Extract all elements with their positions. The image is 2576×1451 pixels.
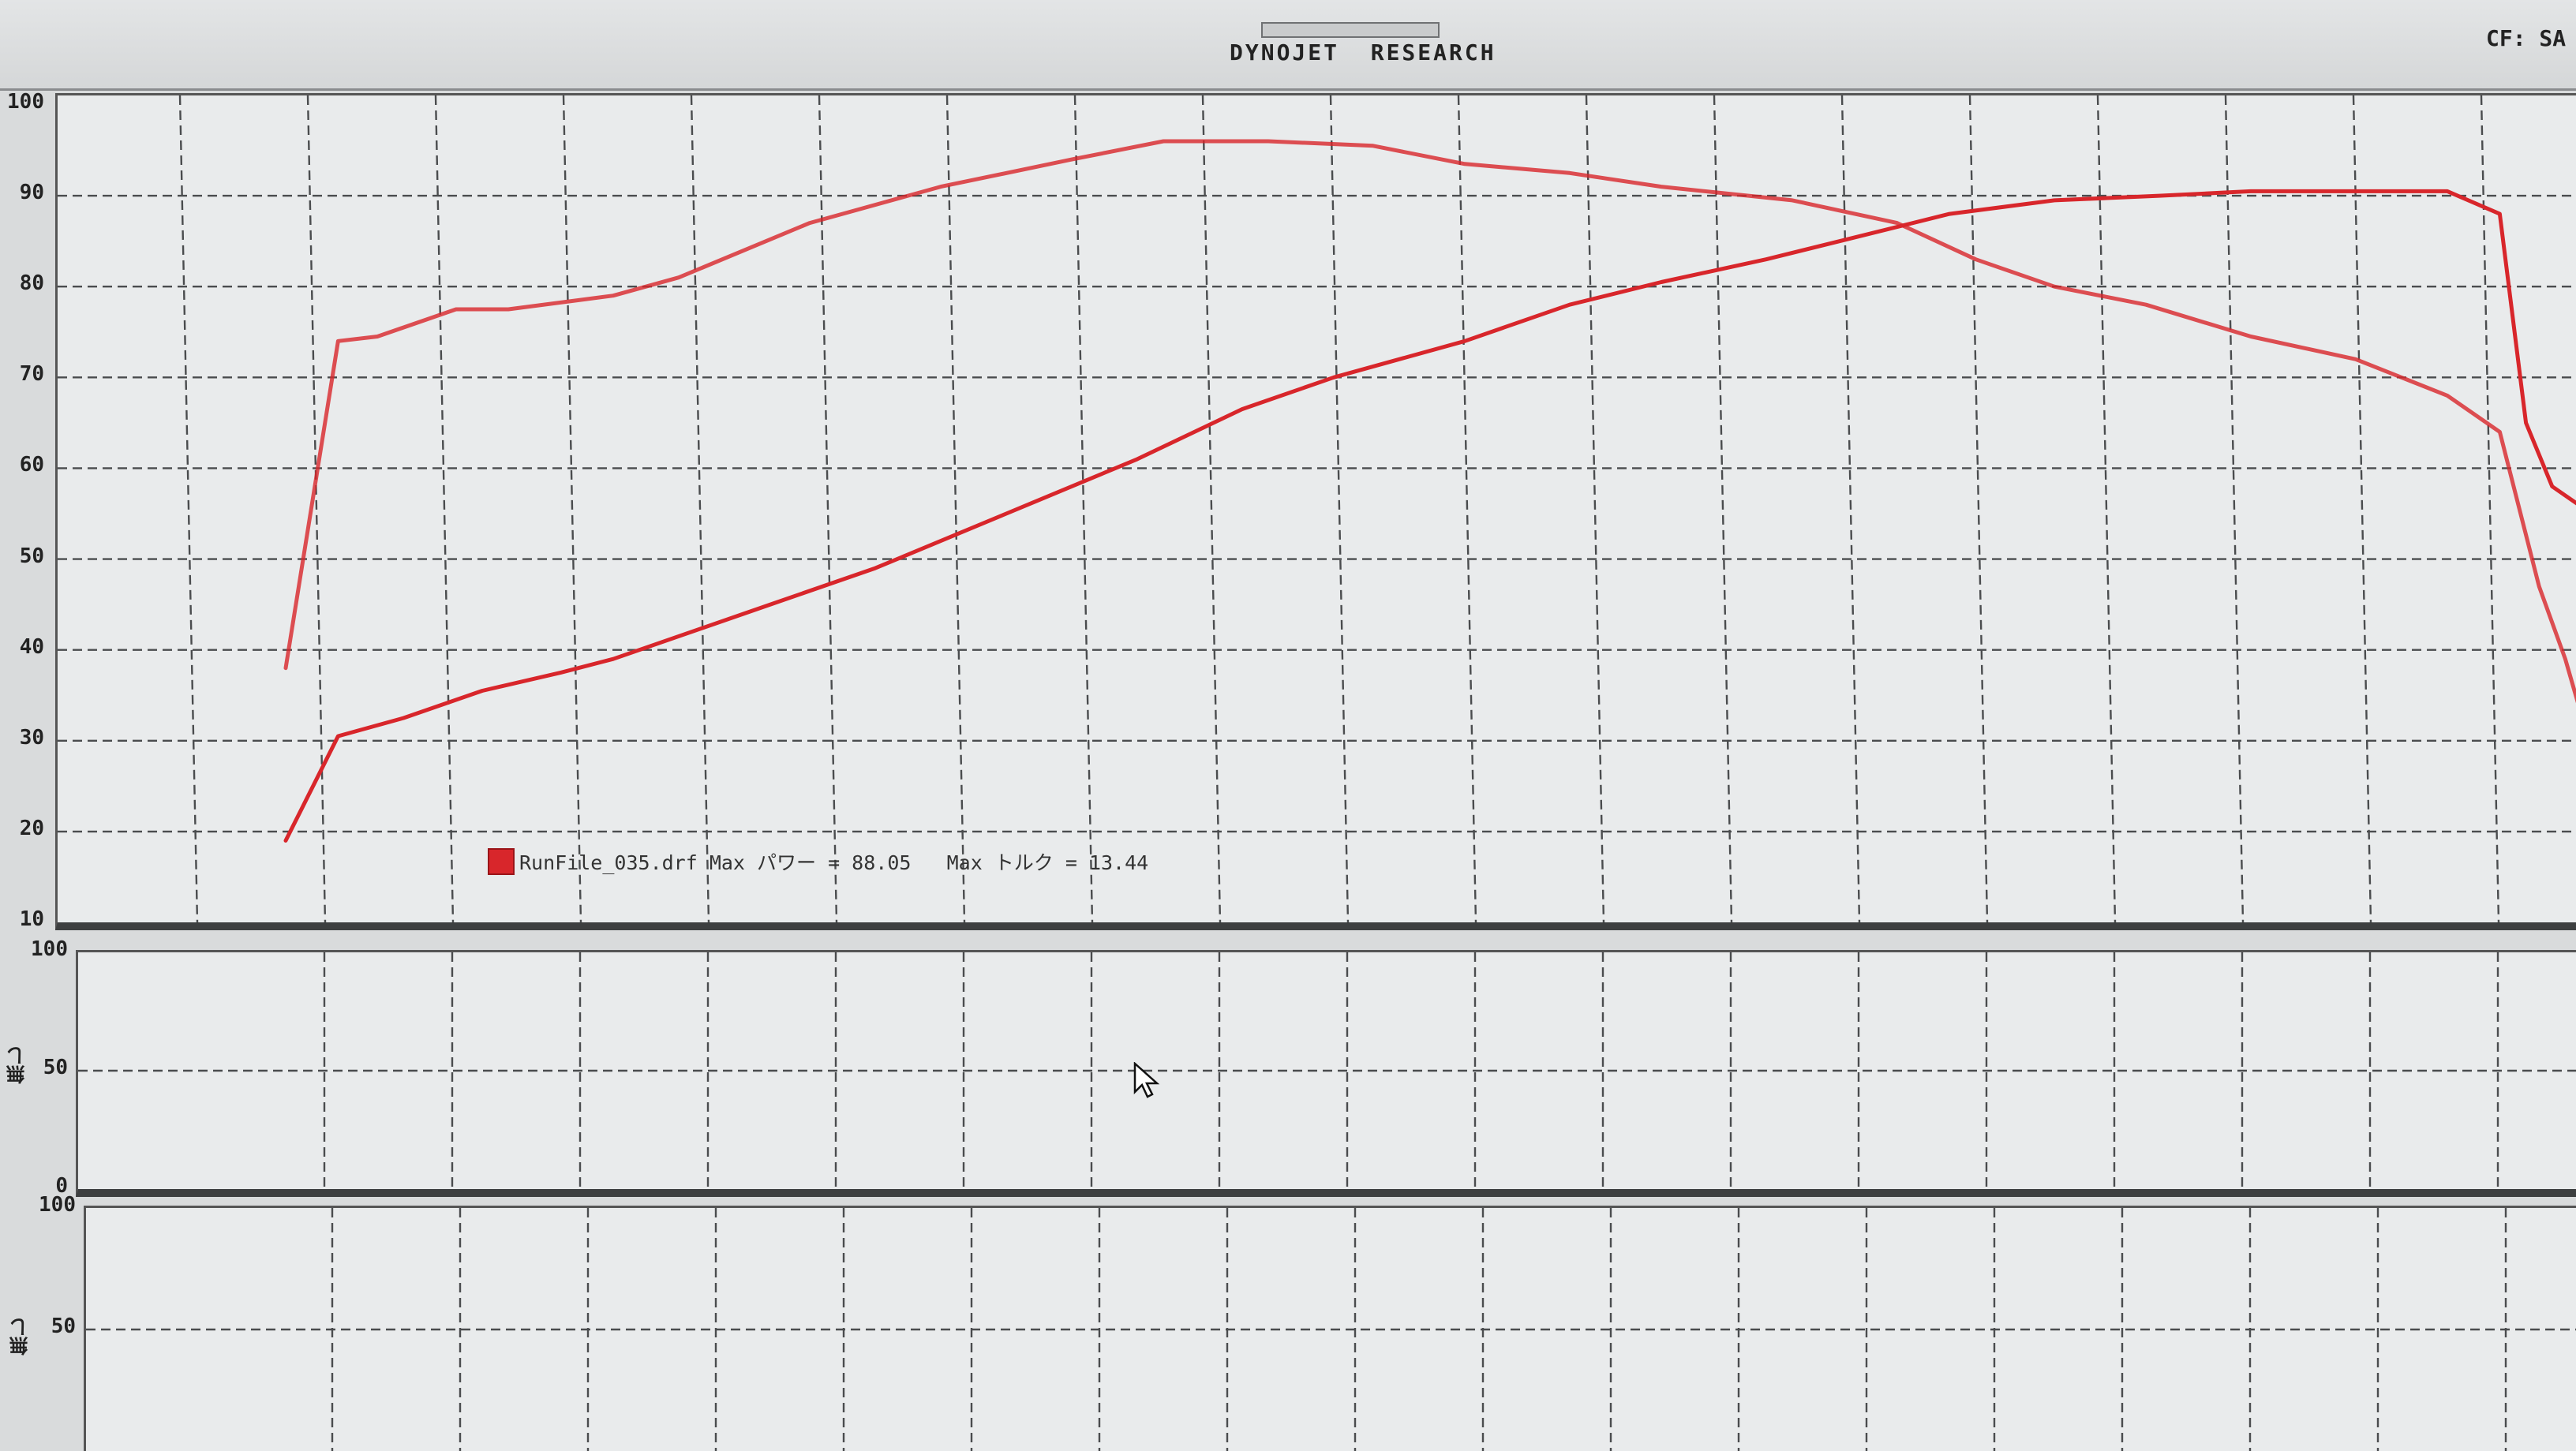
grid-line-vertical [434,95,455,922]
aux-chart-1-ylabel: 無し [6,1046,28,1084]
y-tick-label: 20 [19,816,44,840]
y-tick-label: 30 [19,725,44,750]
aux-chart-2-ylabel: 無し [9,1318,32,1356]
grid-line-vertical [1073,95,1094,922]
grid-line-vertical [1457,95,1477,922]
y-tick-label: 100 [7,90,44,114]
y-tick-label: 90 [19,181,44,205]
aux-chart-2 [84,1206,2576,1451]
y-tick-label: 40 [19,634,44,659]
grid-line-vertical [1713,95,1733,922]
grid-line-vertical [1585,95,1605,922]
app-title: DYNOJET RESEARCH [1230,39,1496,65]
grid-line-vertical [2096,95,2117,922]
grid-line-vertical [178,95,199,922]
grid-line-vertical [2224,95,2245,922]
title-bar: DYNOJET RESEARCH CF: SA [0,0,2576,91]
y-tick-label: 50 [19,544,44,568]
aux-chart-1 [76,950,2576,1197]
grid-line-vertical [2480,95,2500,922]
y-tick-label: 100 [31,937,68,961]
grid-line-vertical [945,95,966,922]
y-tick-label: 100 [39,1193,76,1217]
grid-line-vertical [690,95,710,922]
chart-legend: RunFile_035.drf Max パワー = 88.05 Max トルク … [488,847,1148,876]
aux-chart-2-svg [86,1208,2576,1451]
power-curve [283,189,2576,843]
y-tick-label: 60 [19,453,44,477]
cursor-arrow-icon [1133,1062,1160,1098]
y-tick-label: 70 [19,362,44,387]
correction-factor-label: CF: SA [2486,25,2567,51]
grid-line-vertical [2352,95,2372,922]
y-tick-label: 50 [51,1315,76,1338]
main-dyno-chart [55,93,2576,930]
grid-line-vertical [1840,95,1861,922]
legend-label: RunFile_035.drf Max パワー = 88.05 Max トルク … [519,851,1149,874]
legend-swatch [488,848,515,875]
torque-curve [283,139,2576,704]
aux-chart-1-svg [78,952,2576,1189]
dyno-app-window: DYNOJET RESEARCH CF: SA 100 90 80 70 60 50 40 3… [0,0,2576,1451]
grid-line-vertical [1968,95,1989,922]
grid-line-vertical [562,95,582,922]
main-chart-svg [58,95,2576,922]
y-tick-label: 80 [19,271,44,296]
grid-line-vertical [1201,95,1222,922]
grid-line-vertical [1329,95,1350,922]
horizontal-scrollbar[interactable] [1261,22,1440,38]
y-tick-label: 10 [19,907,44,931]
